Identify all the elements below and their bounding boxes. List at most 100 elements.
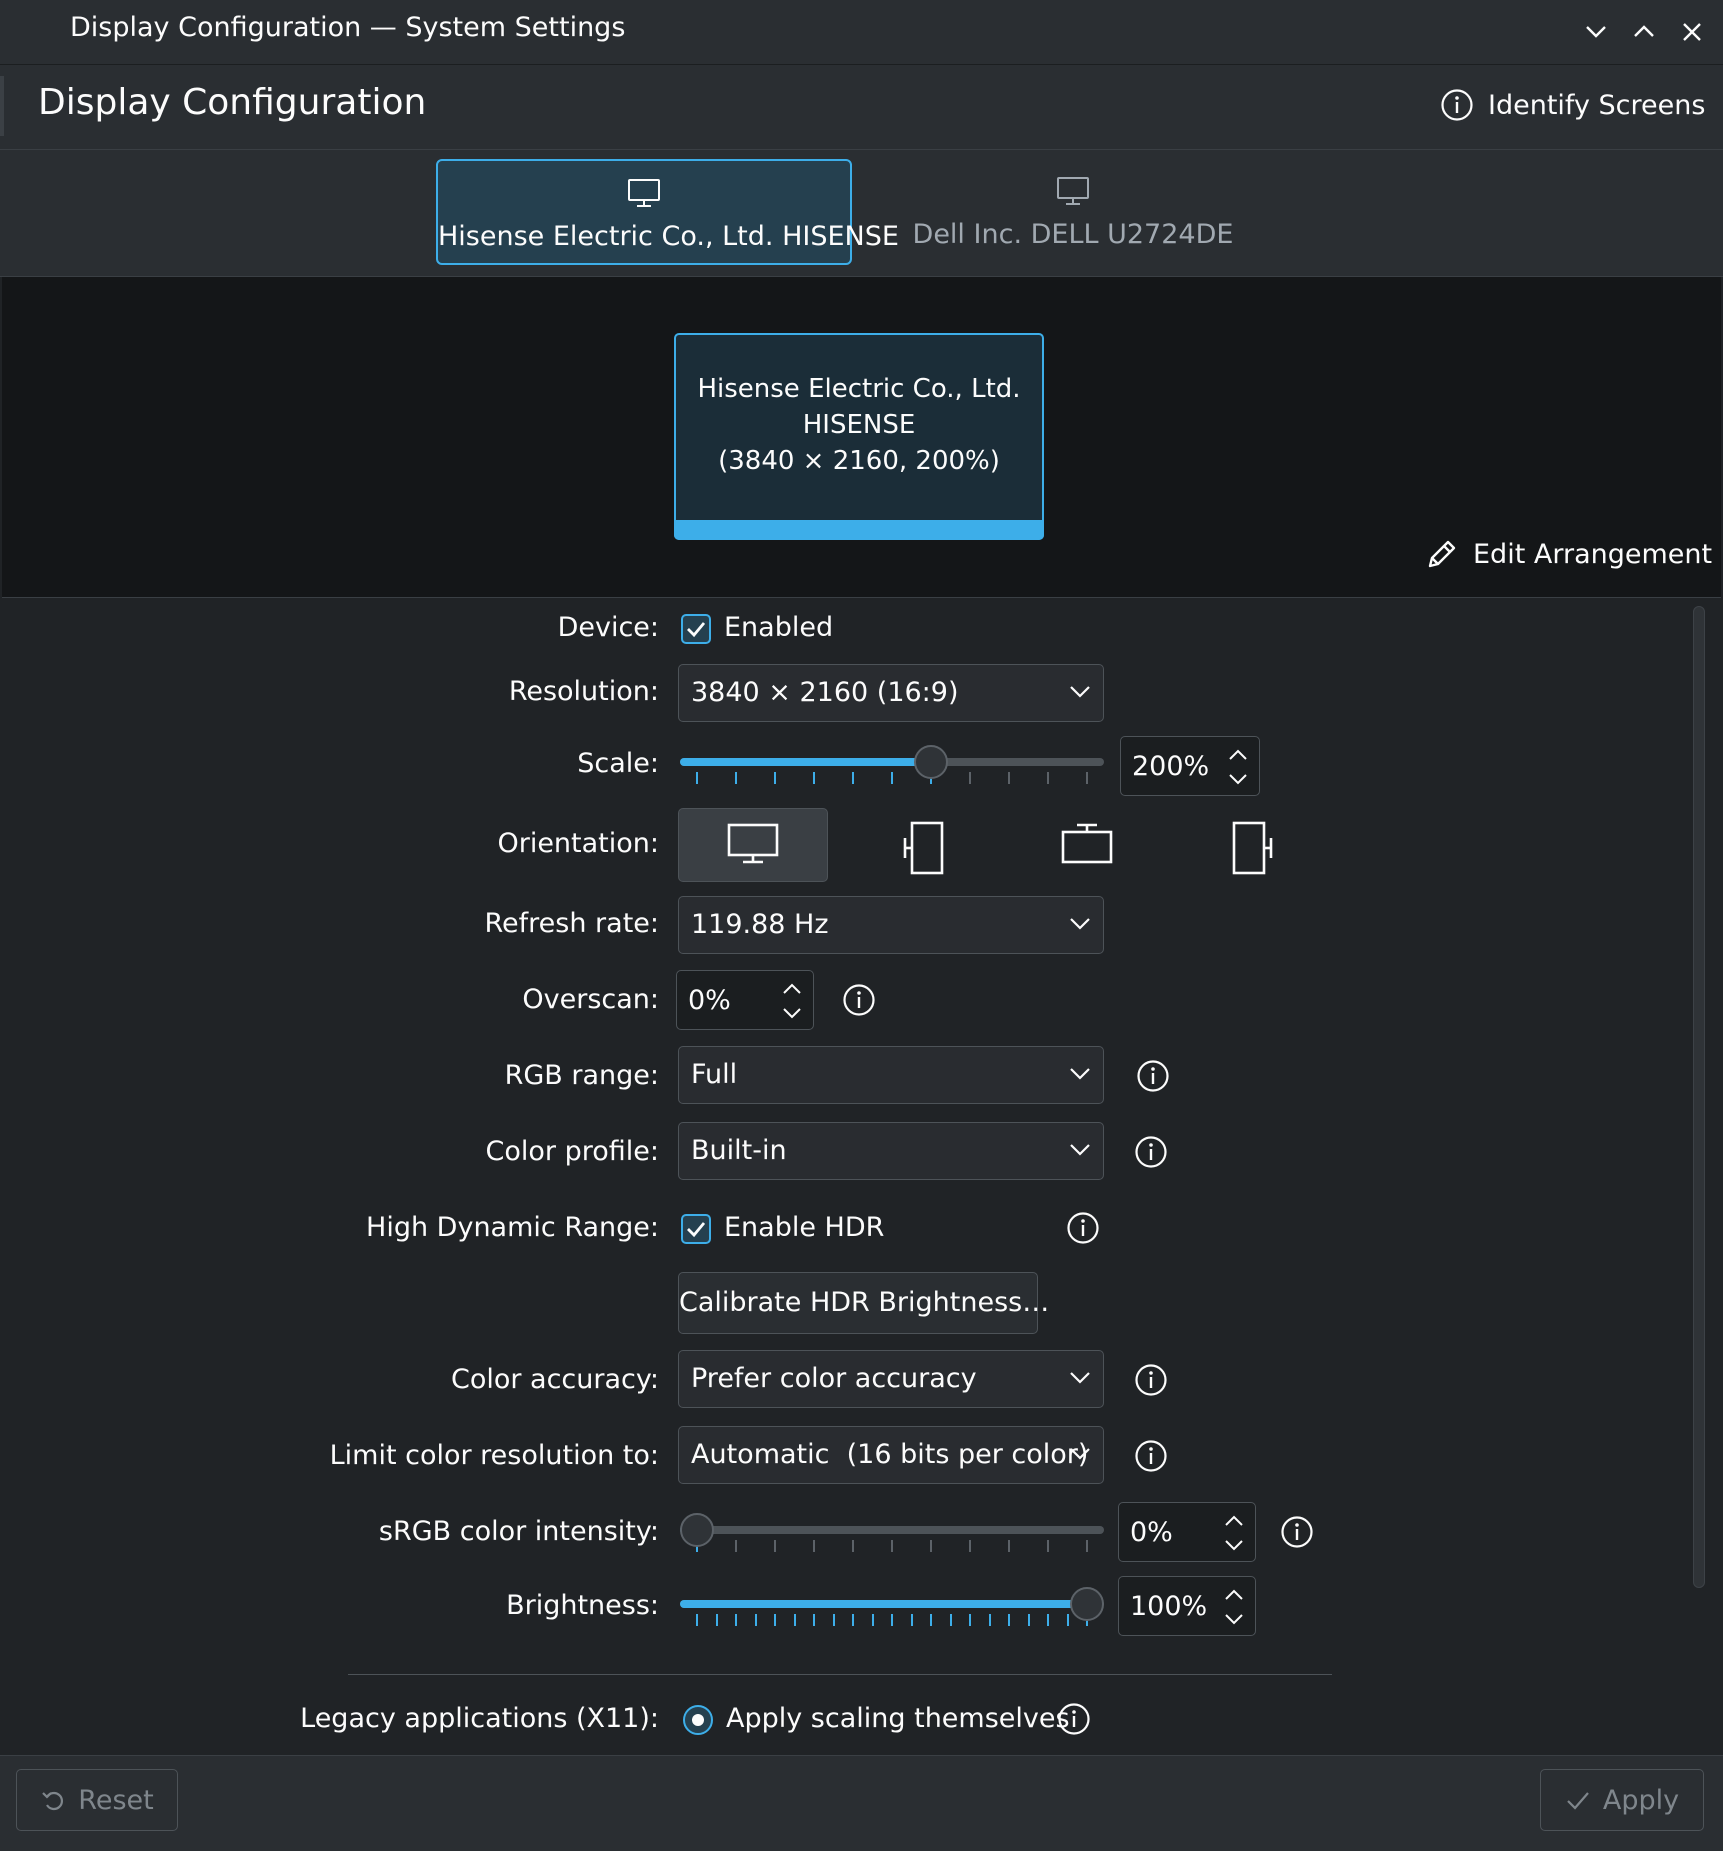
- apply-label: Apply: [1602, 1784, 1680, 1816]
- brightness-value: 100%: [1130, 1591, 1208, 1622]
- edit-arrangement-button[interactable]: Edit Arrangement: [1425, 537, 1712, 571]
- orientation-right-icon: [1232, 821, 1273, 875]
- color-accuracy-label: Color accuracy:: [450, 1364, 659, 1395]
- device-enabled-checkbox[interactable]: [681, 614, 711, 644]
- srgb-slider-ticks: [696, 1540, 1088, 1552]
- window-title: Display Configuration — System Settings: [70, 12, 626, 43]
- brightness-slider[interactable]: [680, 1587, 1104, 1640]
- screen-tile-name: Hisense Electric Co., Ltd.: [697, 374, 1021, 404]
- brightness-label: Brightness:: [506, 1590, 659, 1621]
- enable-hdr-checkbox[interactable]: [681, 1214, 711, 1244]
- overscan-label: Overscan:: [522, 984, 659, 1015]
- section-divider: [348, 1674, 1332, 1675]
- scale-label: Scale:: [577, 748, 659, 779]
- overscan-info-icon[interactable]: [842, 983, 876, 1017]
- srgb-intensity-slider[interactable]: [680, 1513, 1104, 1566]
- reset-label: Reset: [78, 1784, 154, 1816]
- refresh-rate-label: Refresh rate:: [484, 908, 660, 939]
- undo-icon: [42, 1791, 64, 1811]
- scale-slider[interactable]: [680, 745, 1104, 798]
- close-button[interactable]: [1674, 14, 1710, 50]
- scale-slider-ticks: [696, 772, 1088, 784]
- monitor-icon: [628, 179, 660, 207]
- reset-button[interactable]: Reset: [16, 1769, 178, 1831]
- orientation-inverted-icon: [1061, 823, 1113, 864]
- close-icon: [1683, 23, 1701, 41]
- chevron-down-icon: [1070, 1372, 1090, 1384]
- checkmark-icon: [687, 1222, 706, 1238]
- orientation-left-button[interactable]: [848, 808, 998, 882]
- overscan-spinbox[interactable]: 0%: [676, 970, 814, 1030]
- rgb-range-info-icon[interactable]: [1136, 1059, 1170, 1093]
- info-icon: [1441, 89, 1473, 121]
- scrollbar-thumb[interactable]: [1693, 606, 1705, 1588]
- brightness-slider-handle[interactable]: [1070, 1587, 1104, 1621]
- brightness-slider-fill: [680, 1600, 1087, 1608]
- brightness-slider-ticks: [696, 1614, 1088, 1626]
- page-title: Display Configuration: [38, 82, 427, 123]
- identify-screens-button[interactable]: Identify Screens: [1440, 84, 1705, 126]
- scale-slider-fill: [680, 758, 931, 766]
- output-tab-dell[interactable]: Dell Inc. DELL U2724DE: [900, 159, 1246, 265]
- color-profile-combobox[interactable]: Built-in: [678, 1122, 1104, 1180]
- chevron-down-icon: [1070, 1068, 1090, 1080]
- header-divider: [0, 76, 4, 136]
- checkmark-icon: [1567, 1792, 1589, 1810]
- color-resolution-combobox[interactable]: Automatic (16 bits per color): [678, 1426, 1104, 1484]
- device-enabled-label: Enabled: [724, 612, 834, 643]
- calibrate-hdr-brightness-button[interactable]: Calibrate HDR Brightness…: [678, 1272, 1049, 1334]
- scale-slider-handle[interactable]: [914, 745, 948, 779]
- color-resolution-info-icon[interactable]: [1134, 1439, 1168, 1473]
- srgb-slider-track: [680, 1526, 1104, 1534]
- apply-button[interactable]: Apply: [1540, 1769, 1704, 1831]
- color-profile-info-icon[interactable]: [1134, 1135, 1168, 1169]
- orientation-normal-icon: [727, 823, 779, 864]
- spin-arrows-icon: [1225, 1515, 1243, 1551]
- orientation-label: Orientation:: [497, 828, 659, 859]
- pencil-icon: [1428, 540, 1456, 568]
- rgb-range-value: Full: [691, 1059, 738, 1090]
- legacy-apps-info-icon[interactable]: [1057, 1702, 1091, 1736]
- color-accuracy-info-icon[interactable]: [1134, 1363, 1168, 1397]
- orientation-normal-button[interactable]: [678, 808, 828, 882]
- chevron-down-icon: [1070, 686, 1090, 698]
- minimize-button[interactable]: [1578, 14, 1614, 50]
- legacy-apps-label: Legacy applications (X11):: [300, 1703, 659, 1734]
- output-tab-label: Dell Inc. DELL U2724DE: [912, 219, 1234, 250]
- checkmark-icon: [687, 622, 706, 638]
- color-profile-value: Built-in: [691, 1135, 787, 1166]
- screen-tile-model: HISENSE: [802, 410, 916, 440]
- scale-spinbox[interactable]: 200%: [1120, 736, 1260, 796]
- refresh-rate-combobox[interactable]: 119.88 Hz: [678, 896, 1104, 954]
- color-accuracy-combobox[interactable]: Prefer color accuracy: [678, 1350, 1104, 1408]
- footer-bar: [0, 1755, 1723, 1851]
- output-tab-label: Hisense Electric Co., Ltd. HISENSE: [438, 221, 899, 252]
- output-tab-hisense[interactable]: Hisense Electric Co., Ltd. HISENSE: [436, 159, 899, 265]
- srgb-intensity-spinbox[interactable]: 0%: [1118, 1502, 1256, 1562]
- enable-hdr-label: Enable HDR: [724, 1212, 885, 1243]
- hdr-label: High Dynamic Range:: [366, 1212, 659, 1243]
- refresh-rate-value: 119.88 Hz: [691, 909, 829, 940]
- scale-value: 200%: [1132, 751, 1210, 782]
- resolution-value: 3840 × 2160 (16:9): [691, 677, 959, 708]
- spin-arrows-icon: [1225, 1589, 1243, 1625]
- maximize-icon: [1634, 25, 1654, 37]
- identify-screens-label: Identify Screens: [1488, 89, 1706, 121]
- color-resolution-label: Limit color resolution to:: [329, 1440, 659, 1471]
- brightness-spinbox[interactable]: 100%: [1118, 1576, 1256, 1636]
- rgb-range-combobox[interactable]: Full: [678, 1046, 1104, 1104]
- device-label: Device:: [557, 612, 659, 643]
- chevron-down-icon: [1070, 1448, 1090, 1460]
- maximize-button[interactable]: [1626, 14, 1662, 50]
- srgb-slider-handle[interactable]: [680, 1513, 714, 1547]
- minimize-icon: [1586, 26, 1606, 38]
- legacy-scaling-radio-label: Apply scaling themselves: [726, 1703, 1070, 1734]
- monitor-icon: [1057, 177, 1089, 205]
- resolution-combobox[interactable]: 3840 × 2160 (16:9): [678, 664, 1104, 722]
- legacy-scaling-radio[interactable]: [682, 1704, 714, 1736]
- orientation-inverted-button[interactable]: [1012, 808, 1162, 882]
- orientation-right-button[interactable]: [1178, 808, 1328, 882]
- srgb-intensity-info-icon[interactable]: [1280, 1515, 1314, 1549]
- hdr-info-icon[interactable]: [1066, 1211, 1100, 1245]
- orientation-left-icon: [903, 821, 944, 875]
